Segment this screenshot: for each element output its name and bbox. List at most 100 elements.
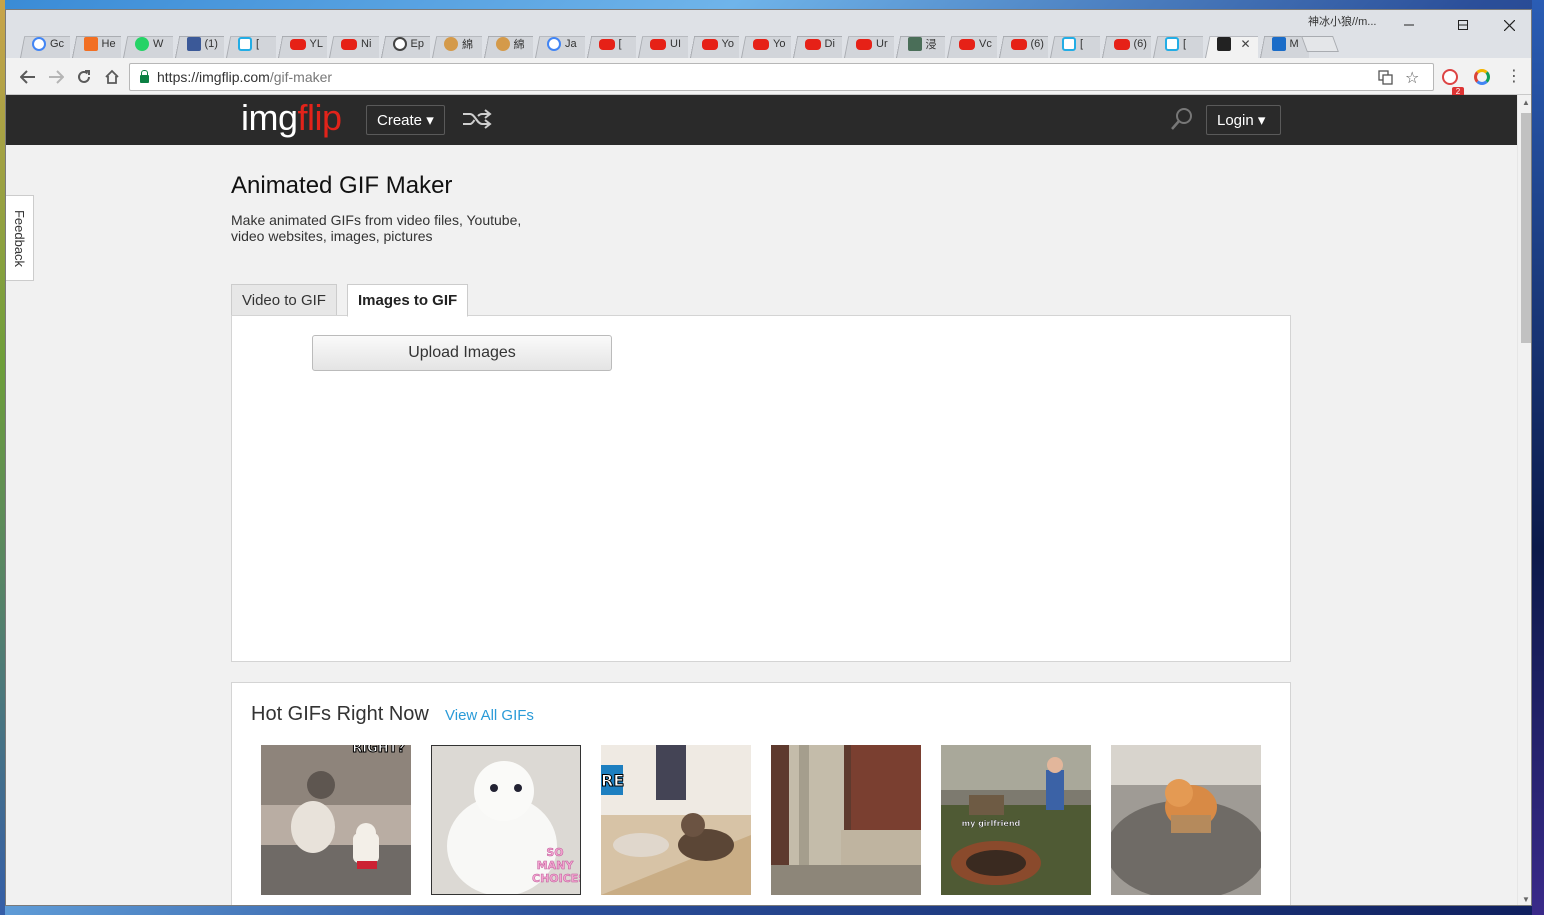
scroll-up-icon[interactable]: ▲ [1522, 98, 1530, 107]
gif-thumbnail[interactable]: RIGHT? [261, 745, 411, 895]
tab-close-icon[interactable]: ✕ [1241, 37, 1251, 51]
browser-tab[interactable]: W [121, 30, 173, 58]
youtube-icon [959, 38, 975, 50]
browser-tab[interactable]: Ur [842, 30, 894, 58]
browser-tab-label: Ja [565, 38, 577, 50]
gif-thumbnail[interactable]: RE [601, 745, 751, 895]
window-maximize-button[interactable] [1440, 14, 1486, 36]
new-tab-button[interactable] [1301, 36, 1339, 52]
m-icon [1271, 37, 1286, 51]
browser-toolbar: https://imgflip.com/gif-maker ☆ 2 ⋮ [6, 58, 1531, 97]
forward-button[interactable] [45, 66, 67, 88]
address-bar[interactable]: https://imgflip.com/gif-maker ☆ [129, 63, 1434, 91]
hot-gifs-title: Hot GIFs Right Now [251, 703, 429, 725]
browser-tab-label: Ni [361, 38, 372, 50]
gif-thumbnail[interactable]: SO MANY CHOICES [431, 745, 581, 895]
logo-text-flip: flip [297, 97, 343, 138]
soundcloud-icon [83, 37, 98, 51]
browser-tab[interactable]: [ [585, 30, 637, 58]
gif-thumbnail[interactable] [1111, 745, 1261, 895]
browser-tab[interactable]: [ [1048, 30, 1100, 58]
browser-tab[interactable]: (6) [1100, 30, 1152, 58]
shuffle-icon[interactable] [461, 108, 493, 130]
page-scrollbar[interactable]: ▲ ▼ [1517, 95, 1531, 905]
youtube-icon [753, 38, 769, 50]
browser-tab[interactable]: ✕ [1203, 30, 1258, 58]
gif-caption: my girlfriend [961, 819, 1021, 828]
browser-tab[interactable]: Vc [945, 30, 997, 58]
youtube-icon [701, 38, 718, 50]
browser-tab-label: 綿 [513, 39, 525, 51]
desktop-background-right [1532, 0, 1544, 915]
browser-tab-label: Yo [721, 38, 734, 50]
tab-images-to-gif[interactable]: Images to GIF [347, 284, 469, 317]
browser-tab[interactable]: [ [224, 30, 276, 58]
window-minimize-button[interactable] [1386, 14, 1432, 36]
browser-tab[interactable]: (1) [173, 30, 225, 58]
tab-video-to-gif[interactable]: Video to GIF [231, 284, 337, 316]
scroll-thumb[interactable] [1521, 113, 1531, 343]
window-close-button[interactable] [1486, 14, 1531, 36]
view-all-gifs-link[interactable]: View All GIFs [445, 707, 534, 724]
back-arrow-icon [20, 70, 35, 84]
browser-tab[interactable]: (6) [997, 30, 1049, 58]
browser-tab[interactable]: UI [636, 30, 688, 58]
tab-strip: Gc He W (1) [YL Ni Ep 綿 綿 Ja [UI Yo Yo Di Ur 浸 Vc (6) [(6)… [6, 10, 1531, 58]
extension-icon[interactable] [1442, 69, 1458, 85]
browser-tab-label: 浸 [925, 39, 937, 51]
translate-icon[interactable] [1378, 70, 1393, 88]
site-header: imgflip Create ▾ Login ▾ [6, 95, 1517, 145]
browser-tab-label: He [101, 38, 116, 50]
login-label: Login ▾ [1217, 112, 1266, 129]
search-icon[interactable] [1170, 107, 1194, 131]
browser-tab[interactable]: [ [1151, 30, 1203, 58]
browser-tab-label: UI [670, 38, 681, 50]
browser-tab[interactable]: Di [791, 30, 843, 58]
reload-button[interactable] [73, 66, 95, 88]
browser-tab-label: (6) [1030, 38, 1044, 50]
gif-thumbnail[interactable]: my girlfriend [941, 745, 1091, 895]
browser-tab[interactable]: He [70, 30, 122, 58]
browser-tab[interactable]: Yo [688, 30, 740, 58]
reload-icon [78, 70, 90, 83]
back-button[interactable] [17, 66, 39, 88]
imgflip-logo[interactable]: imgflip [241, 97, 342, 139]
login-menu-button[interactable]: Login ▾ [1206, 105, 1281, 135]
browser-tab[interactable]: 浸 [894, 30, 946, 58]
bird-icon [907, 37, 922, 51]
home-button[interactable] [101, 66, 123, 88]
page-description: Make animated GIFs from video files, You… [231, 212, 522, 244]
browser-tab[interactable]: Ep [379, 30, 431, 58]
hot-gifs-panel: Hot GIFs Right Now View All GIFs RIGHT? [231, 682, 1291, 905]
more-menu-icon[interactable]: ⋮ [1506, 66, 1522, 86]
clock-icon [392, 37, 407, 51]
google-icon [32, 37, 46, 51]
doge-icon [444, 37, 458, 51]
feedback-label: Feedback [12, 209, 27, 267]
gif-thumbnail[interactable] [771, 745, 921, 895]
browser-tab[interactable]: 綿 [482, 30, 534, 58]
feedback-tab[interactable]: Feedback [6, 195, 34, 281]
bookmark-star-icon[interactable]: ☆ [1405, 68, 1419, 88]
profile-name[interactable]: 神冰小狼//m... [1308, 13, 1376, 29]
doge-icon [495, 37, 510, 51]
browser-tab[interactable]: YL [276, 30, 328, 58]
gif-caption: RE [601, 771, 625, 791]
bilibili-icon [1062, 37, 1076, 51]
browser-tab[interactable]: 綿 [430, 30, 482, 58]
create-menu-button[interactable]: Create ▾ [366, 105, 445, 135]
browser-tab[interactable]: Ni [327, 30, 379, 58]
chrome-extension-icon[interactable] [1474, 69, 1490, 85]
browser-tab[interactable]: Ja [533, 30, 585, 58]
browser-tab[interactable]: M [1258, 30, 1310, 58]
tab-video-label: Video to GIF [242, 291, 326, 309]
maximize-icon [1458, 20, 1468, 30]
scroll-down-icon[interactable]: ▼ [1522, 895, 1530, 904]
gif-thumbnail-image [261, 745, 411, 895]
browser-tab[interactable]: Yo [739, 30, 791, 58]
browser-tab-label: Ur [876, 38, 888, 50]
upload-images-button[interactable]: Upload Images [312, 335, 612, 371]
browser-tab[interactable]: Gc [18, 30, 70, 58]
home-icon [105, 69, 119, 84]
gif-thumbnail-image [1111, 745, 1261, 895]
